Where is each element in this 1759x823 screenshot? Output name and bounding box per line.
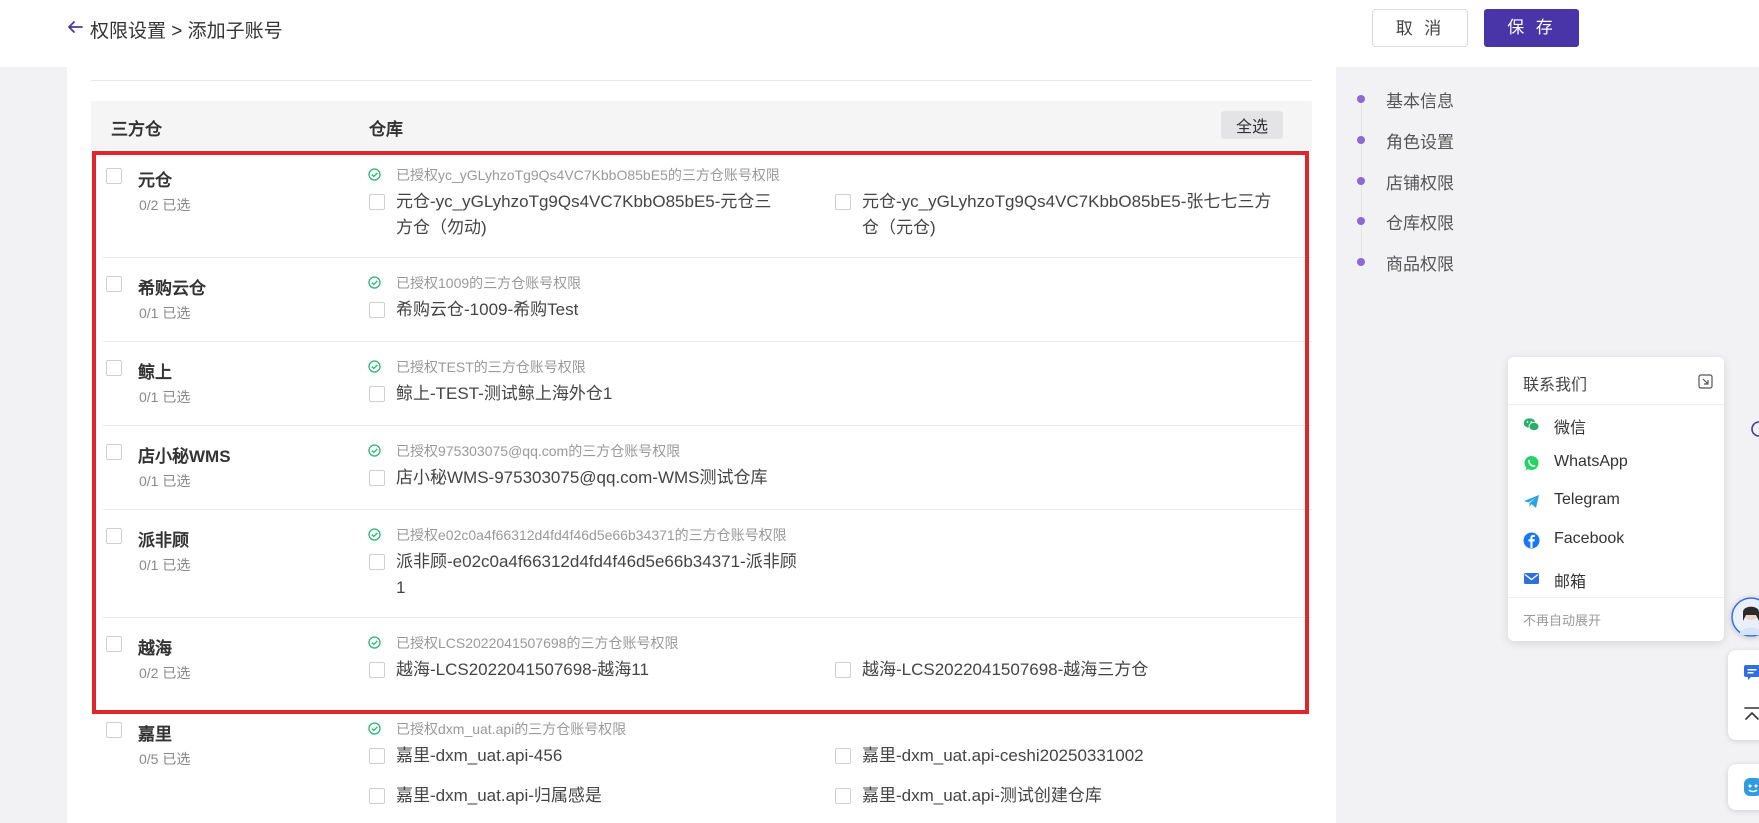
cancel-button[interactable]: 取 消 [1372,9,1468,47]
customer-service-avatar[interactable] [1731,597,1759,637]
anchor-label: 仓库权限 [1386,214,1454,233]
option-label: 嘉里-dxm_uat.api-456 [396,746,563,765]
avatar-icon [1731,597,1759,637]
main-panel: 三方仓 仓库 全选 元仓 0/2 已选 已授权yc_yGLyhzoTg9Qs4V… [67,67,1336,823]
facebook-icon [1523,532,1540,549]
divider [1508,404,1724,405]
group-checkbox[interactable] [106,722,122,738]
anchor-label: 基本信息 [1386,92,1454,111]
anchor-dot [1357,258,1365,266]
select-all-button[interactable]: 全选 [1221,111,1283,139]
table-header: 三方仓 仓库 全选 [91,101,1312,149]
warehouse-group: 嘉里 0/5 已选 已授权dxm_uat.api的三方仓账号权限 嘉里-dxm_… [91,705,1312,823]
check-circle-icon [368,722,381,735]
chat-icon[interactable] [1742,662,1759,682]
authorization-note: 已授权dxm_uat.api的三方仓账号权限 [396,721,627,737]
anchor-dot [1357,136,1365,144]
wechat-icon [1523,418,1540,432]
floating-toolbar [1728,650,1759,740]
arrow-left-icon[interactable] [66,18,84,36]
option-checkbox[interactable] [369,788,385,804]
column-header-warehouse: 仓库 [369,120,403,139]
save-button[interactable]: 保 存 [1484,9,1579,47]
column-header-3pl-warehouse: 三方仓 [111,120,162,139]
floating-assistant-button[interactable] [1728,764,1759,810]
highlight-annotation-box [92,151,1309,714]
option-checkbox[interactable] [835,748,851,764]
option-label: 嘉里-dxm_uat.api-ceshi20250331002 [862,746,1144,765]
collapse-icon[interactable] [1698,374,1713,389]
contact-label: Facebook [1554,530,1625,547]
anchor-dot [1357,95,1365,103]
contact-us-panel: 联系我们 微信 WhatsApp Telegram Facebook 邮箱 不再… [1508,357,1724,641]
telegram-icon [1524,495,1539,508]
top-bar: 权限设置 > 添加子账号 取 消 保 存 [0,0,1759,67]
contact-title: 联系我们 [1523,377,1588,394]
contact-label: 微信 [1554,420,1587,437]
anchor-label: 店铺权限 [1386,174,1454,193]
contact-label: Telegram [1554,491,1620,508]
option-checkbox[interactable] [835,788,851,804]
group-name: 嘉里 [138,725,172,744]
option-checkbox[interactable] [369,748,385,764]
contact-label: WhatsApp [1554,453,1628,470]
mail-icon [1524,573,1539,584]
anchor-dot [1357,217,1365,225]
option-label: 嘉里-dxm_uat.api-归属感是 [396,786,602,805]
assistant-icon [1744,778,1759,796]
divider [1508,597,1724,598]
contact-label: 邮箱 [1554,574,1587,591]
anchor-label: 商品权限 [1386,255,1454,274]
no-auto-expand-link[interactable]: 不再自动展开 [1523,610,1601,629]
back-to-top-icon[interactable] [1742,705,1759,725]
divider [91,80,1312,81]
whatsapp-icon [1524,456,1539,471]
anchor-label: 角色设置 [1386,133,1454,152]
group-selected-count: 0/5 已选 [139,751,191,767]
loading-ring-icon [1751,421,1759,437]
option-label: 嘉里-dxm_uat.api-测试创建仓库 [862,786,1102,805]
anchor-dot [1357,177,1365,185]
breadcrumb: 权限设置 > 添加子账号 [90,21,283,42]
